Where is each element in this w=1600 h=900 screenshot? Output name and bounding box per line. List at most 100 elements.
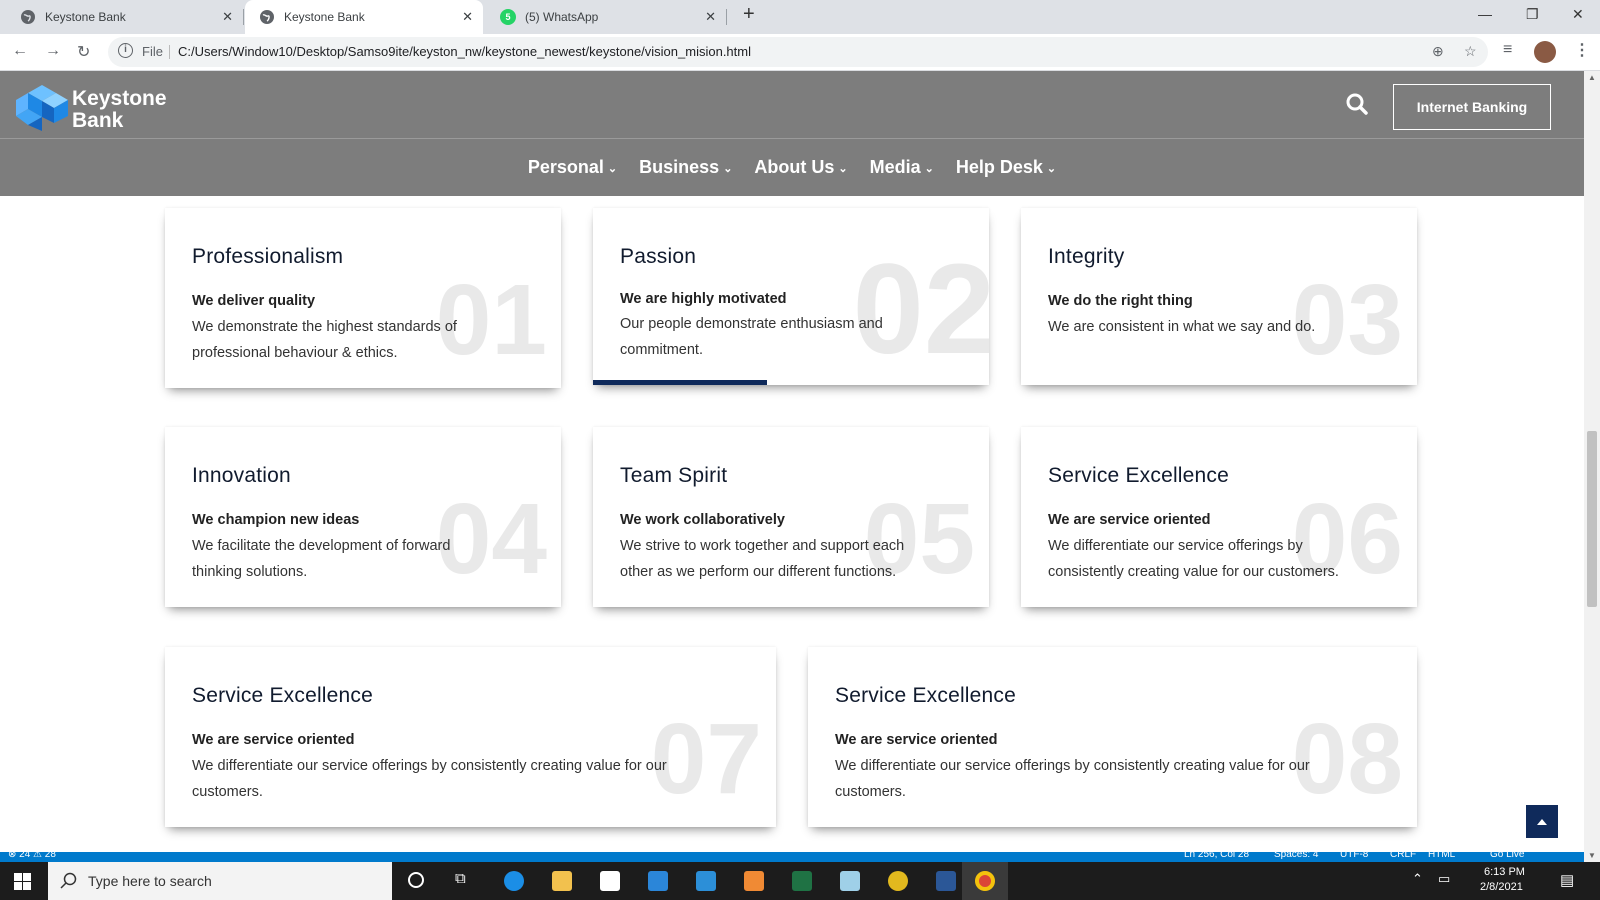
back-to-top-button[interactable] [1526,805,1558,838]
nav-label: Personal [527,157,604,177]
card-title: Team Spirit [620,464,728,487]
browser-tab-strip: Keystone Bank ✕ Keystone Bank ✕ 5 (5) Wh… [0,0,1600,34]
bookmark-star-icon[interactable]: ☆ [1464,43,1477,60]
card-description: We differentiate our service offerings b… [192,758,667,800]
logo-wordmark[interactable]: Keystone Bank [72,88,167,132]
value-card-integrity[interactable]: 03 Integrity We do the right thing We ar… [1021,208,1417,385]
nav-item-about-us[interactable]: About Us ⌄ [754,157,847,178]
word-icon[interactable] [936,871,956,891]
close-tab-icon[interactable]: ✕ [222,9,233,25]
avatar[interactable] [1534,41,1556,63]
scroll-thumb[interactable] [1587,431,1597,607]
tray-chevron-up-icon[interactable]: ⌃ [1412,871,1423,887]
card-title: Service Excellence [835,684,1017,707]
search-icon [60,872,77,889]
scroll-up-icon[interactable]: ▲ [1588,73,1596,82]
value-card-professionalism[interactable]: 01 Professionalism We deliver quality We… [165,208,561,388]
internet-banking-button[interactable]: Internet Banking [1393,84,1551,130]
reload-icon[interactable]: ↻ [77,42,90,62]
taskbar-search-box[interactable]: Type here to search [48,862,392,900]
clock-time[interactable]: 6:13 PM [1484,866,1525,878]
page-scrollbar[interactable]: ▲ ▼ [1584,71,1600,862]
info-icon[interactable]: i [118,43,133,58]
encoding[interactable]: UTF-8 [1340,852,1368,860]
nav-item-media[interactable]: Media ⌄ [870,157,934,178]
main-nav: Personal ⌄ Business ⌄ About Us ⌄ Media ⌄ Hel… [0,138,1584,196]
vscode-icon[interactable] [696,871,716,891]
battery-icon[interactable]: ▭ [1438,871,1450,887]
value-card-service-excellence[interactable]: 07 Service Excellence We are service ori… [165,647,776,827]
nav-label: Help Desk [955,157,1043,177]
media-control-icon[interactable]: ≡ [1503,41,1512,59]
notepad-icon[interactable] [840,871,860,891]
value-card-service-excellence[interactable]: 08 Service Excellence We are service ori… [808,647,1417,827]
go-live[interactable]: Go Live [1490,852,1524,860]
language-mode[interactable]: HTML [1428,852,1455,860]
close-tab-icon[interactable]: ✕ [705,9,716,25]
xampp-icon[interactable] [744,871,764,891]
tab-title: (5) WhatsApp [525,10,599,24]
clock-date[interactable]: 2/8/2021 [1480,881,1523,893]
card-title: Innovation [192,464,291,487]
nav-item-business[interactable]: Business ⌄ [639,157,732,178]
card-subtitle: We work collaboratively [620,512,785,528]
eol[interactable]: CRLF [1390,852,1416,860]
chrome-icon[interactable] [975,871,995,891]
card-description: We facilitate the development of forward… [192,538,451,580]
scroll-down-icon[interactable]: ▼ [1588,851,1596,860]
tab-separator [726,9,727,25]
url-text[interactable]: C:/Users/Window10/Desktop/Samso9ite/keys… [178,44,751,59]
cortana-icon[interactable] [408,872,424,888]
close-tab-icon[interactable]: ✕ [462,9,473,25]
card-description: Our people demonstrate enthusiasm and co… [620,316,883,358]
app-icon[interactable] [888,871,908,891]
excel-icon[interactable] [792,871,812,891]
store-icon[interactable] [600,871,620,891]
card-subtitle: We champion new ideas [192,512,360,528]
nav-label: About Us [754,157,835,177]
indent-setting[interactable]: Spaces: 4 [1274,852,1318,860]
mail-icon[interactable] [648,871,668,891]
edge-icon[interactable] [504,871,524,891]
card-title: Service Excellence [192,684,374,707]
back-icon[interactable]: ← [12,42,28,60]
problems-count[interactable]: ⊗ 24 ⚠ 28 [8,852,56,860]
task-view-icon[interactable]: ⧉ [455,870,466,887]
card-subtitle: We deliver quality [192,293,316,309]
browser-tab[interactable]: Keystone Bank ✕ [0,0,244,34]
minimize-icon[interactable]: — [1478,6,1492,22]
card-title: Professionalism [192,245,344,268]
cursor-position[interactable]: Ln 256, Col 28 [1184,852,1249,860]
file-explorer-icon[interactable] [552,871,572,891]
zoom-icon[interactable]: ⊕ [1432,43,1444,60]
card-subtitle: We do the right thing [1048,293,1193,309]
caret-up-icon [1537,818,1547,825]
browser-toolbar: ← → ↻ i File C:/Users/Window10/Desktop/S… [0,34,1600,71]
whatsapp-icon: 5 [500,9,516,25]
browser-tab-active[interactable]: Keystone Bank ✕ [245,0,483,34]
globe-icon [20,9,36,25]
card-description: We demonstrate the highest standards of … [192,319,457,361]
keystone-logo-icon[interactable] [16,83,68,131]
address-bar[interactable]: i File C:/Users/Window10/Desktop/Samso9i… [108,37,1488,67]
forward-icon[interactable]: → [45,42,61,60]
close-window-icon[interactable]: ✕ [1572,6,1584,23]
value-card-passion[interactable]: 02 Passion We are highly motivated Our p… [593,208,989,385]
new-tab-icon[interactable]: + [743,3,755,26]
site-header: Keystone Bank Internet Banking [0,71,1584,138]
menu-icon[interactable]: ⋮ [1574,40,1590,60]
browser-tab[interactable]: 5 (5) WhatsApp ✕ [484,0,727,34]
chevron-down-icon: ⌄ [838,163,848,175]
windows-start-icon[interactable] [14,873,31,890]
value-card-team-spirit[interactable]: 05 Team Spirit We work collaboratively W… [593,427,989,607]
nav-item-help-desk[interactable]: Help Desk ⌄ [956,157,1056,178]
active-indicator [593,380,767,385]
search-icon[interactable] [1346,93,1368,115]
restore-icon[interactable]: ❐ [1526,6,1539,23]
card-description: We are consistent in what we say and do. [1048,319,1316,335]
value-card-innovation[interactable]: 04 Innovation We champion new ideas We f… [165,427,561,607]
notification-icon[interactable]: ▤ [1560,871,1574,889]
card-title: Passion [620,245,697,268]
value-card-service-excellence[interactable]: 06 Service Excellence We are service ori… [1021,427,1417,607]
nav-item-personal[interactable]: Personal ⌄ [528,157,617,178]
